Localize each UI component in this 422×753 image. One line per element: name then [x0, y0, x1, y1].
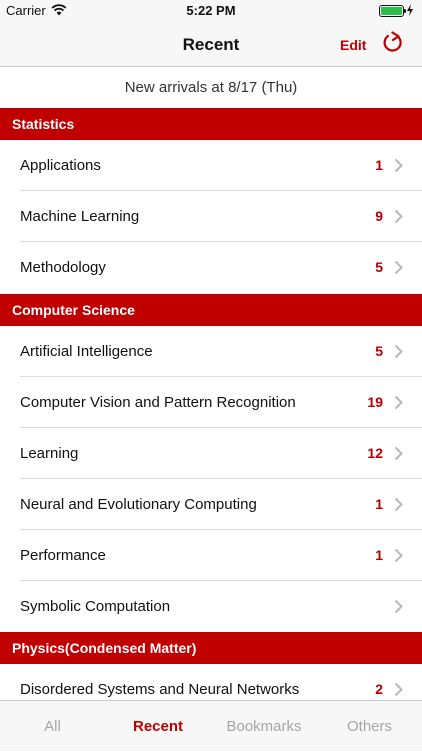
list-item-performance[interactable]: Performance 1	[0, 530, 422, 581]
chevron-right-icon	[394, 446, 403, 461]
chevron-right-icon	[394, 548, 403, 563]
list-item-symbolic-computation[interactable]: Symbolic Computation	[0, 581, 422, 632]
item-label: Applications	[20, 157, 101, 174]
tab-others[interactable]: Others	[317, 701, 422, 751]
tab-bar: All Recent Bookmarks Others	[0, 700, 422, 751]
edit-button[interactable]: Edit	[340, 37, 366, 53]
item-count: 1	[375, 157, 383, 173]
item-label: Artificial Intelligence	[20, 343, 153, 360]
item-label: Computer Vision and Pattern Recognition	[20, 394, 296, 411]
item-label: Symbolic Computation	[20, 598, 171, 615]
item-label: Methodology	[20, 259, 106, 276]
tab-recent[interactable]: Recent	[105, 701, 211, 751]
item-count: 1	[375, 547, 383, 563]
list-item-artificial-intelligence[interactable]: Artificial Intelligence 5	[0, 326, 422, 377]
item-label: Machine Learning	[20, 208, 140, 225]
charging-icon	[407, 4, 413, 16]
chevron-right-icon	[394, 682, 403, 697]
item-count: 9	[375, 208, 383, 224]
item-label: Learning	[20, 445, 79, 462]
item-count: 19	[367, 394, 383, 410]
clock: 5:22 PM	[186, 3, 236, 18]
list-item-applications[interactable]: Applications 1	[0, 140, 422, 191]
status-bar: Carrier 5:22 PM	[0, 0, 422, 22]
section-header-statistics: Statistics	[0, 108, 422, 140]
arrivals-header: New arrivals at 8/17 (Thu)	[0, 67, 422, 108]
chevron-right-icon	[394, 158, 403, 173]
list-item-computer-vision[interactable]: Computer Vision and Pattern Recognition …	[0, 377, 422, 428]
chevron-right-icon	[394, 209, 403, 224]
section-header-physics: Physics(Condensed Matter)	[0, 632, 422, 664]
item-count: 12	[367, 445, 383, 461]
list-item-machine-learning[interactable]: Machine Learning 9	[0, 191, 422, 242]
item-count: 5	[375, 259, 383, 275]
navigation-bar: Recent Edit	[0, 22, 422, 67]
refresh-icon[interactable]	[381, 31, 405, 55]
item-label: Neural and Evolutionary Computing	[20, 496, 257, 513]
list-item-neural-evolutionary[interactable]: Neural and Evolutionary Computing 1	[0, 479, 422, 530]
chevron-right-icon	[394, 395, 403, 410]
battery-icon	[379, 5, 406, 17]
item-count: 1	[375, 496, 383, 512]
chevron-right-icon	[394, 497, 403, 512]
section-header-computer-science: Computer Science	[0, 294, 422, 326]
list-item-learning[interactable]: Learning 12	[0, 428, 422, 479]
item-label: Performance	[20, 547, 106, 564]
chevron-right-icon	[394, 599, 403, 614]
item-count: 5	[375, 343, 383, 359]
tab-bookmarks[interactable]: Bookmarks	[211, 701, 317, 751]
list-item-methodology[interactable]: Methodology 5	[0, 242, 422, 293]
tab-all[interactable]: All	[0, 701, 105, 751]
chevron-right-icon	[394, 344, 403, 359]
chevron-right-icon	[394, 260, 403, 275]
